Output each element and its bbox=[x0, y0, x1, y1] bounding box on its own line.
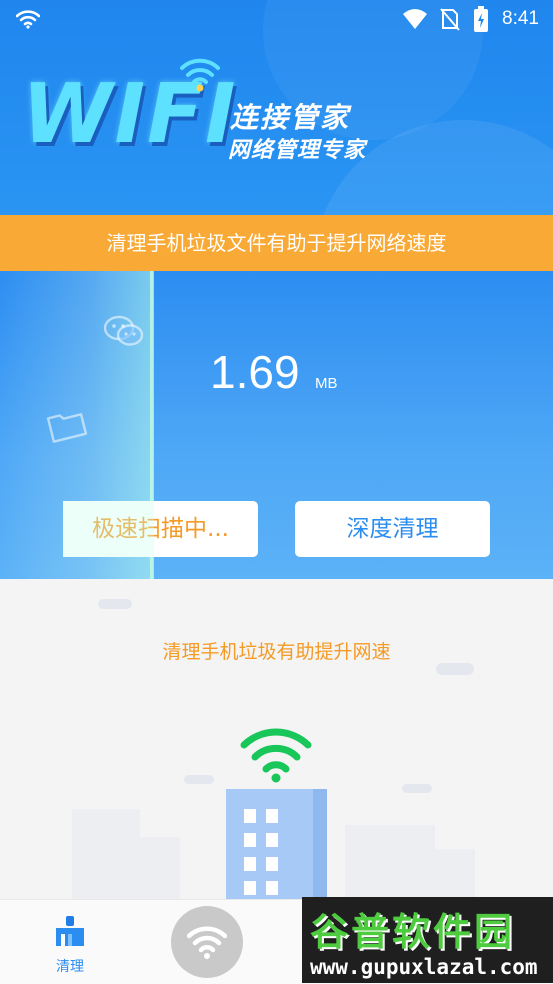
junk-size-unit: MB bbox=[315, 375, 338, 392]
building-illustration bbox=[226, 789, 327, 899]
logo-signal-icon bbox=[180, 58, 220, 92]
tab-clean-label: 清理 bbox=[56, 959, 84, 975]
city-skyline bbox=[435, 849, 475, 899]
folder-icon bbox=[46, 413, 88, 443]
cloud-decoration bbox=[436, 663, 474, 675]
illustration-area: 清理手机垃圾有助提升网速 bbox=[0, 579, 553, 899]
wifi-status-icon bbox=[16, 10, 40, 29]
scan-panel: 1.69 MB 极速扫描中... 深度清理 bbox=[0, 271, 553, 579]
wechat-icon bbox=[103, 315, 144, 346]
wifi-signal-icon bbox=[403, 9, 427, 29]
building-window bbox=[266, 833, 278, 847]
tab-wifi-button[interactable] bbox=[171, 906, 243, 978]
building-window bbox=[266, 809, 278, 823]
cloud-decoration bbox=[402, 784, 432, 793]
building-window bbox=[266, 881, 278, 895]
junk-size-value: 1.69 bbox=[210, 346, 300, 398]
building-window bbox=[266, 857, 278, 871]
battery-charging-icon bbox=[474, 6, 488, 32]
no-sim-icon bbox=[440, 8, 460, 31]
wifi-green-icon bbox=[240, 728, 312, 783]
wifi-icon bbox=[187, 926, 227, 959]
deep-clean-button[interactable]: 深度清理 bbox=[295, 501, 490, 557]
status-bar: 8:41 bbox=[0, 0, 553, 38]
info-banner: 清理手机垃圾文件有助于提升网络速度 bbox=[0, 215, 553, 271]
building-window bbox=[244, 809, 256, 823]
building-side bbox=[313, 789, 327, 899]
tab-clean[interactable]: 清理 bbox=[40, 914, 100, 976]
building-window bbox=[244, 833, 256, 847]
status-time: 8:41 bbox=[502, 8, 539, 29]
city-skyline bbox=[140, 837, 180, 899]
city-skyline bbox=[72, 809, 140, 899]
app-title: 连接管家 bbox=[230, 101, 351, 134]
city-skyline bbox=[345, 825, 435, 899]
building-window bbox=[244, 857, 256, 871]
cloud-decoration bbox=[184, 775, 214, 784]
watermark-brand: 谷普软件园 bbox=[310, 910, 516, 954]
fast-scan-button[interactable]: 极速扫描中... bbox=[63, 501, 258, 557]
building-window bbox=[244, 881, 256, 895]
tip-text: 清理手机垃圾有助提升网速 bbox=[162, 641, 391, 663]
app-subtitle: 网络管理专家 bbox=[228, 138, 367, 163]
cloud-decoration bbox=[98, 599, 132, 609]
broom-icon bbox=[56, 916, 84, 946]
watermark-url: www.gupuxlazal.com bbox=[310, 955, 538, 979]
site-watermark: 谷普软件园 www.gupuxlazal.com bbox=[302, 897, 553, 983]
